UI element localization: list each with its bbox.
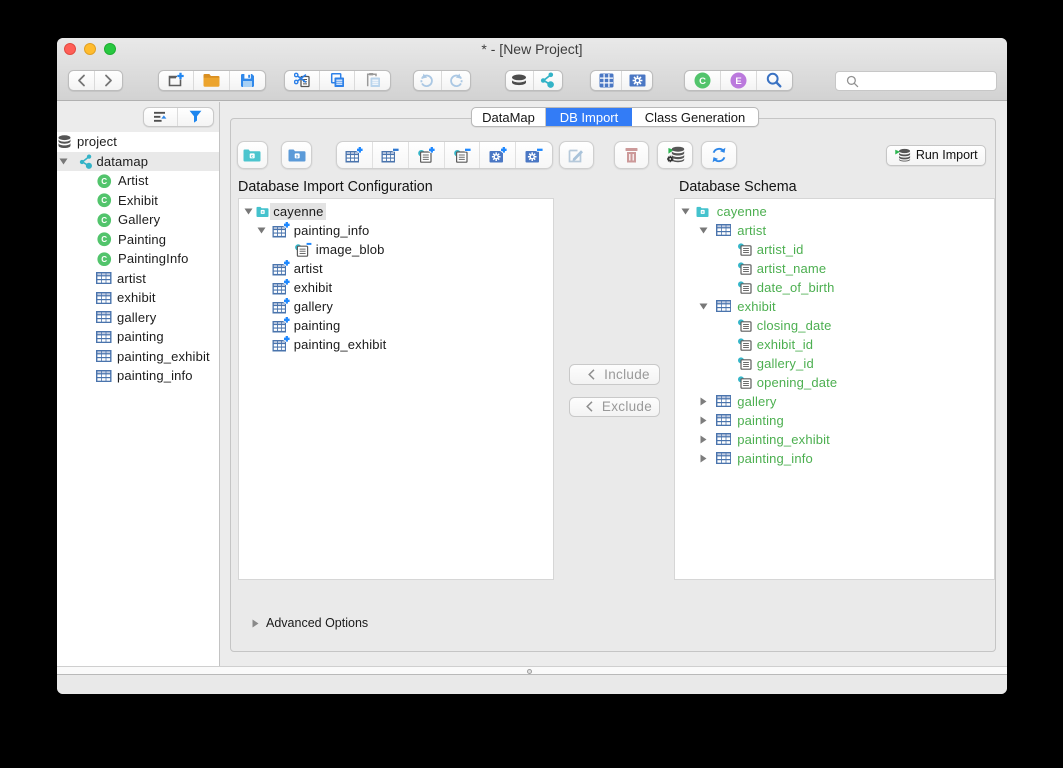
svg-text:s: s [296,153,299,158]
svg-text:C: C [699,76,706,87]
svg-text:C: C [101,235,107,244]
svg-text:c: c [251,153,254,158]
svg-text:C: C [101,196,107,205]
svg-text:C: C [101,255,107,264]
svg-text:E: E [735,76,741,87]
svg-text:C: C [101,216,107,225]
svg-text:C: C [101,177,107,186]
svg-text:c: c [701,210,703,214]
svg-text:c: c [261,210,263,214]
